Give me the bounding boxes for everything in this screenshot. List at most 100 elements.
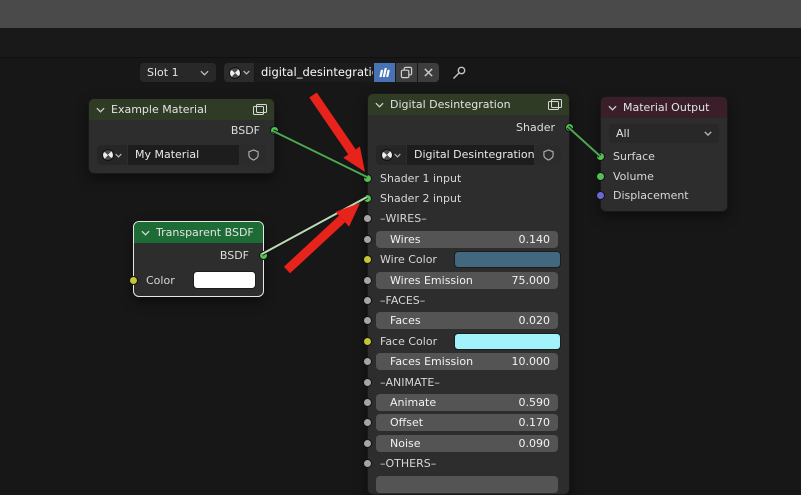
volume-input-socket[interactable] <box>596 171 605 181</box>
material-name-value[interactable]: Digital Desintegration <box>407 145 534 165</box>
shader-2-input-input-socket[interactable] <box>363 194 372 204</box>
slider-faces-emission[interactable]: Faces Emission 10.000 <box>376 353 558 371</box>
new-material-button[interactable] <box>396 63 417 82</box>
viewport-top-strip <box>0 0 801 28</box>
node-header-example-material[interactable]: Example Material <box>89 99 274 120</box>
wires-emission-input-socket[interactable] <box>363 275 372 285</box>
slot-label: Slot 1 <box>147 66 179 79</box>
users-count-button[interactable] <box>374 63 395 82</box>
color-input-socket[interactable] <box>129 275 138 285</box>
fake-user-button[interactable] <box>240 145 266 165</box>
slider-wires-emission[interactable]: Wires Emission 75.000 <box>376 271 558 289</box>
mo-row-displacement: Displacement <box>596 186 727 206</box>
dd-row-faces: –FACES– <box>363 290 569 310</box>
dd-row-wires: Wires 0.140 <box>363 229 569 249</box>
slider-partial[interactable] <box>376 475 558 493</box>
material-name-field[interactable]: digital_desintegration <box>255 63 373 82</box>
chevron-down-icon <box>394 153 401 158</box>
wires-input-socket[interactable] <box>363 234 372 244</box>
material-name-value[interactable]: My Material <box>128 145 239 165</box>
unlink-material-button[interactable] <box>418 63 439 82</box>
color-row-label: Face Color <box>380 334 438 348</box>
faces-input-socket[interactable] <box>363 316 372 326</box>
input-label: Shader 1 input <box>380 171 462 185</box>
node-header-material-output[interactable]: Material Output <box>601 97 727 118</box>
slider-label: Faces <box>390 314 421 328</box>
material-sphere-icon <box>102 149 114 161</box>
collapse-chevron-icon[interactable] <box>141 230 150 236</box>
wire-transparent-to-shader2[interactable] <box>261 196 368 255</box>
faces-input-socket[interactable] <box>363 296 372 306</box>
slider-faces[interactable]: Faces 0.020 <box>376 312 558 330</box>
pin-id-button[interactable] <box>451 65 467 81</box>
color-input-row: Color <box>129 267 263 293</box>
node-digital-desintegration[interactable]: Digital Desintegration Shader Digital De… <box>363 93 574 495</box>
slider-offset[interactable]: Offset 0.170 <box>376 414 558 432</box>
color-swatch[interactable] <box>193 271 256 289</box>
displacement-input-socket[interactable] <box>596 191 605 201</box>
animate-input-socket[interactable] <box>363 397 372 407</box>
slider-animate[interactable]: Animate 0.590 <box>376 393 558 411</box>
dd-row-shader-1-input: Shader 1 input <box>363 168 569 188</box>
collapse-chevron-icon[interactable] <box>608 105 617 111</box>
wires-input-socket[interactable] <box>363 214 372 224</box>
annotation-arrow-shader2 <box>283 203 360 274</box>
wire-color-swatch[interactable] <box>454 251 561 269</box>
chevron-down-icon <box>115 153 122 158</box>
node-group-icon <box>548 99 562 110</box>
slider-value: 0.020 <box>518 314 551 328</box>
wire-bsdf-to-shader1[interactable] <box>272 130 368 178</box>
target-dropdown-wrap: All <box>601 118 727 147</box>
output-row-bsdf: BSDF <box>89 120 279 140</box>
node-transparent-bsdf[interactable]: Transparent BSDF BSDF Color <box>129 221 268 297</box>
offset-input-socket[interactable] <box>363 418 372 428</box>
collapse-chevron-icon[interactable] <box>96 107 105 113</box>
node-group-icon <box>253 104 267 115</box>
slider-label: Noise <box>390 436 421 450</box>
face-color-input-socket[interactable] <box>363 336 372 346</box>
noise-input-socket[interactable] <box>363 438 372 448</box>
slider-label: Offset <box>390 416 424 430</box>
collapse-chevron-icon[interactable] <box>375 102 384 108</box>
surface-input-socket[interactable] <box>596 152 605 162</box>
target-value: All <box>616 127 630 140</box>
slider-wires[interactable]: Wires 0.140 <box>376 230 558 248</box>
close-icon <box>424 68 433 77</box>
material-selector-wrap: My Material <box>89 140 274 165</box>
faces-emission-input-socket[interactable] <box>363 357 372 367</box>
browse-material-button[interactable] <box>224 63 254 82</box>
slider-value: 10.000 <box>511 355 551 369</box>
node-material-output[interactable]: Material Output All Surface Volume Displac… <box>596 96 728 212</box>
copy-icon <box>400 66 413 79</box>
shader-output-socket[interactable] <box>565 122 574 132</box>
material-selector[interactable]: My Material <box>97 145 266 165</box>
material-selector[interactable]: Digital Desintegration <box>376 145 561 165</box>
browse-material-button[interactable] <box>376 145 406 165</box>
bsdf-output-socket[interactable] <box>259 250 268 260</box>
slider-noise[interactable]: Noise 0.090 <box>376 434 558 452</box>
input-label: Volume <box>613 169 654 183</box>
fake-user-button[interactable] <box>535 145 561 165</box>
pin-icon <box>453 66 466 79</box>
shader-1-input-input-socket[interactable] <box>363 173 372 183</box>
node-header-digital-desintegration[interactable]: Digital Desintegration <box>368 94 569 115</box>
slider-label: Animate <box>390 395 437 409</box>
dd-row-faces-emission: Faces Emission 10.000 <box>363 352 569 372</box>
render-target-dropdown[interactable]: All <box>609 124 719 143</box>
node-header-transparent-bsdf[interactable]: Transparent BSDF <box>134 222 263 243</box>
node-example-material[interactable]: Example Material BSDF My Material <box>88 98 279 174</box>
face-color-swatch[interactable] <box>454 332 561 350</box>
output-label: BSDF <box>219 248 249 262</box>
mo-rows: Surface Volume Displacement <box>596 147 727 206</box>
browse-material-button[interactable] <box>97 145 127 165</box>
node-editor-header: Slot 1 digital_desintegration <box>0 28 801 82</box>
wire-shader-to-surface[interactable] <box>567 126 601 157</box>
color-label: Color <box>146 273 175 287</box>
material-slot-dropdown[interactable]: Slot 1 <box>140 63 216 82</box>
wire-color-input-socket[interactable] <box>363 255 372 265</box>
bsdf-output-socket[interactable] <box>270 125 279 135</box>
node-title: Material Output <box>623 101 710 114</box>
animate-input-socket[interactable] <box>363 377 372 387</box>
others-input-socket[interactable] <box>363 459 372 469</box>
section-label: –WIRES– <box>380 212 427 226</box>
